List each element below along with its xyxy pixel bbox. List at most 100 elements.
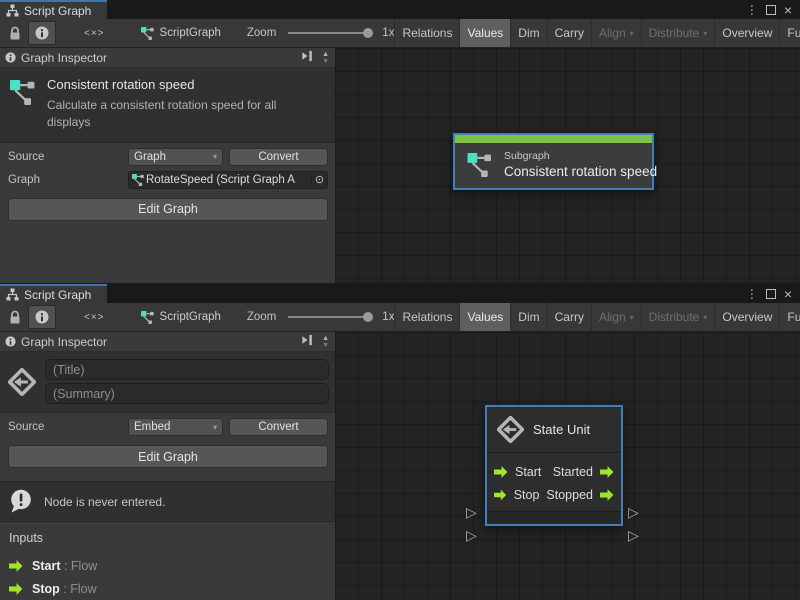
zoom-label: Zoom — [247, 27, 276, 39]
relations-button[interactable]: Relations — [394, 19, 459, 47]
hierarchy-icon — [6, 288, 19, 301]
zoom-slider[interactable] — [288, 32, 372, 34]
connector-triangle-icon[interactable]: ▷ — [466, 505, 477, 519]
lock-icon[interactable] — [2, 306, 28, 328]
node-description-section — [0, 352, 335, 413]
tab-label: Script Graph — [24, 4, 91, 18]
state-unit-node-title: State Unit — [533, 422, 590, 437]
window-menu-icon[interactable]: ⋮ — [746, 4, 758, 16]
chevron-down-icon: ▾ — [703, 313, 707, 322]
scroll-arrows[interactable]: ▲ ▼ — [319, 51, 332, 65]
graph-canvas[interactable]: Subgraph Consistent rotation speed — [335, 48, 800, 283]
window-maximize-icon[interactable] — [766, 289, 776, 299]
scroll-up-icon[interactable]: ▲ — [322, 51, 329, 58]
source-row: Source Embed ▾ Convert — [8, 418, 328, 436]
flow-arrow-icon[interactable] — [494, 489, 507, 501]
flow-arrow-icon[interactable] — [600, 466, 614, 478]
dock-panel-icon[interactable] — [301, 333, 314, 350]
inspector-toggle-button[interactable] — [28, 305, 56, 329]
distribute-dropdown[interactable]: Distribute▾ — [641, 19, 715, 47]
lock-icon[interactable] — [2, 22, 28, 44]
edit-graph-button[interactable]: Edit Graph — [8, 445, 328, 468]
warning-box: Node is never entered. — [0, 481, 335, 522]
output-port-label[interactable]: Started — [553, 465, 593, 479]
values-button[interactable]: Values — [459, 303, 510, 331]
scroll-down-icon[interactable]: ▼ — [322, 342, 329, 349]
fullscreen-button[interactable]: Full Screen — [779, 303, 800, 331]
zoom-label: Zoom — [247, 311, 276, 323]
connector-triangle-icon[interactable]: ▷ — [628, 505, 639, 519]
state-unit-icon — [497, 416, 524, 443]
tab-label: Script Graph — [24, 288, 91, 302]
window-maximize-icon[interactable] — [766, 5, 776, 15]
dim-button[interactable]: Dim — [510, 19, 546, 47]
dim-button[interactable]: Dim — [510, 303, 546, 331]
edit-graph-button[interactable]: Edit Graph — [8, 198, 328, 221]
title-input[interactable] — [45, 359, 329, 380]
tab-script-graph[interactable]: Script Graph — [0, 0, 107, 19]
output-port-label[interactable]: Stopped — [546, 488, 593, 502]
zoom-value: 1x — [382, 27, 394, 39]
subgraph-node-color-bar — [455, 135, 652, 143]
breadcrumb-label: ScriptGraph — [160, 27, 221, 39]
state-unit-ports: Start Started Stop Stopped — [487, 453, 621, 511]
summary-input[interactable] — [45, 383, 329, 404]
zoom-value: 1x — [382, 311, 394, 323]
align-dropdown[interactable]: Align▾ — [591, 303, 641, 331]
source-dropdown[interactable]: Embed ▾ — [128, 418, 223, 436]
overview-button[interactable]: Overview — [714, 303, 779, 331]
input-port-label[interactable]: Stop — [514, 488, 540, 502]
flow-arrow-icon[interactable] — [494, 466, 508, 478]
zoom-slider[interactable] — [288, 316, 372, 318]
script-graph-window-bottom: Script Graph ⋮ × <×> ScriptGraph Zoom — [0, 284, 800, 600]
input-port-label[interactable]: Start — [515, 465, 541, 479]
inspector-toggle-button[interactable] — [28, 21, 56, 45]
distribute-dropdown[interactable]: Distribute▾ — [641, 303, 715, 331]
warning-bubble-icon — [9, 489, 33, 514]
source-dropdown[interactable]: Graph ▾ — [128, 148, 223, 166]
state-unit-node[interactable]: State Unit Start Started Stop — [485, 405, 623, 526]
graph-breadcrumb[interactable]: ScriptGraph — [141, 27, 221, 40]
zoom-slider-thumb[interactable] — [363, 28, 373, 38]
chevron-down-icon: ▾ — [630, 29, 634, 38]
script-graph-window-top: Script Graph ⋮ × <×> ScriptGraph Zoom — [0, 0, 800, 283]
scroll-down-icon[interactable]: ▼ — [322, 58, 329, 65]
graph-object-field[interactable]: RotateSpeed (Script Graph A ⊙ — [128, 171, 328, 189]
scroll-arrows[interactable]: ▲ ▼ — [319, 335, 332, 349]
object-picker-icon[interactable]: ⊙ — [311, 173, 327, 186]
flow-arrow-icon — [9, 583, 23, 595]
convert-button[interactable]: Convert — [229, 418, 328, 436]
graph-summary: Calculate a consistent rotation speed fo… — [47, 97, 297, 132]
inspector-title: Graph Inspector — [21, 335, 107, 349]
code-view-button[interactable]: <×> — [78, 306, 111, 328]
graph-breadcrumb[interactable]: ScriptGraph — [141, 311, 221, 324]
window-menu-icon[interactable]: ⋮ — [746, 288, 758, 300]
graph-canvas[interactable]: ▷ ▷ ▷ ▷ State Unit Start Started — [335, 332, 800, 600]
flow-arrow-icon[interactable] — [600, 489, 614, 501]
tab-script-graph[interactable]: Script Graph — [0, 284, 107, 303]
connector-triangle-icon[interactable]: ▷ — [466, 528, 477, 542]
convert-button[interactable]: Convert — [229, 148, 328, 166]
info-icon — [35, 26, 49, 40]
subgraph-node[interactable]: Subgraph Consistent rotation speed — [453, 133, 654, 190]
code-view-button[interactable]: <×> — [78, 22, 111, 44]
values-button[interactable]: Values — [459, 19, 510, 47]
connector-triangle-icon[interactable]: ▷ — [628, 528, 639, 542]
align-dropdown[interactable]: Align▾ — [591, 19, 641, 47]
unity-editor-stage: Script Graph ⋮ × <×> ScriptGraph Zoom — [0, 0, 800, 600]
dock-panel-icon[interactable] — [301, 49, 314, 66]
window-close-icon[interactable]: × — [784, 287, 792, 301]
scroll-up-icon[interactable]: ▲ — [322, 335, 329, 342]
zoom-slider-thumb[interactable] — [363, 312, 373, 322]
relations-button[interactable]: Relations — [394, 303, 459, 331]
chevron-down-icon: ▾ — [630, 313, 634, 322]
code-icon: <×> — [84, 28, 105, 39]
fullscreen-button[interactable]: Full Screen — [779, 19, 800, 47]
carry-button[interactable]: Carry — [547, 303, 591, 331]
window-close-icon[interactable]: × — [784, 3, 792, 17]
source-row: Source Graph ▾ Convert — [8, 148, 328, 166]
graph-title: Consistent rotation speed — [47, 77, 297, 92]
graph-toolbar: <×> ScriptGraph Zoom 1x Relations Values… — [0, 19, 800, 48]
carry-button[interactable]: Carry — [547, 19, 591, 47]
overview-button[interactable]: Overview — [714, 19, 779, 47]
